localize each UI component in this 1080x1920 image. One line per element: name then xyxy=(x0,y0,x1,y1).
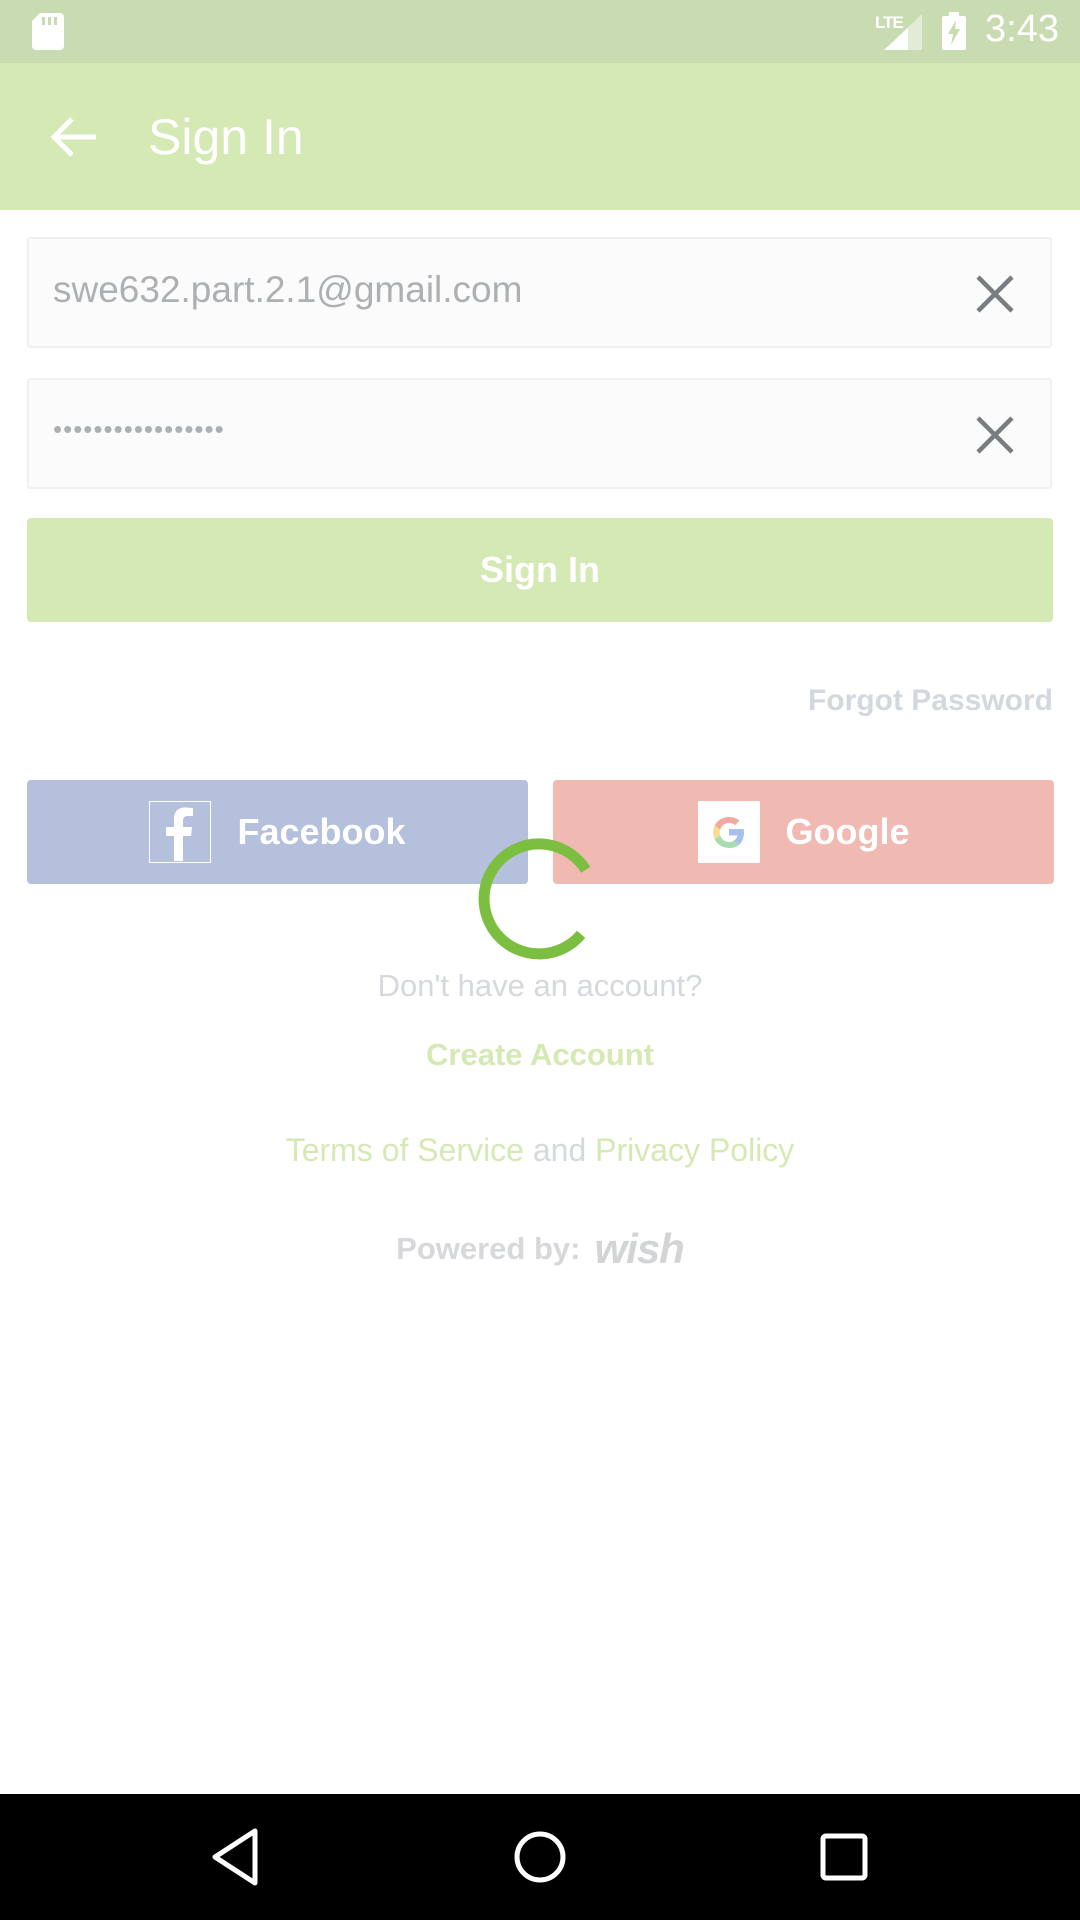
google-sign-in-button[interactable]: Google xyxy=(553,780,1054,884)
powered-by: Powered by: wish xyxy=(0,1225,1080,1273)
loading-spinner-icon xyxy=(478,838,591,960)
sign-in-label: Sign In xyxy=(480,549,600,590)
battery-charging-icon xyxy=(942,12,966,50)
arrow-back-icon xyxy=(50,117,96,157)
google-icon xyxy=(697,801,760,863)
system-navigation-bar xyxy=(0,1794,1080,1920)
privacy-policy-link[interactable]: Privacy Policy xyxy=(595,1132,794,1168)
back-button[interactable] xyxy=(44,107,104,167)
and-text: and xyxy=(532,1132,587,1168)
terms-of-service-link[interactable]: Terms of Service xyxy=(286,1132,524,1168)
clear-email-icon[interactable] xyxy=(974,273,1016,315)
create-account-link[interactable]: Create Account xyxy=(0,1037,1080,1073)
nav-back-icon[interactable] xyxy=(205,1825,269,1889)
clock: 3:43 xyxy=(985,8,1059,50)
forgot-password-link[interactable]: Forgot Password xyxy=(808,684,1053,718)
facebook-label: Facebook xyxy=(237,811,406,852)
nav-recent-apps-icon[interactable] xyxy=(812,1825,876,1889)
page-title: Sign In xyxy=(148,109,304,165)
password-value: ••••••••••••••••• xyxy=(53,414,225,444)
email-value: swe632.part.2.1@gmail.com xyxy=(53,269,523,310)
signal-icon xyxy=(884,14,922,50)
clear-password-icon[interactable] xyxy=(974,414,1016,456)
no-account-text: Don't have an account? xyxy=(377,968,703,1003)
nav-home-icon[interactable] xyxy=(508,1825,572,1889)
wish-logo: wish xyxy=(594,1225,684,1272)
status-bar: LTE 3:43 xyxy=(0,0,1080,63)
sign-in-button[interactable]: Sign In xyxy=(27,518,1053,622)
app-bar: Sign In xyxy=(0,63,1080,210)
email-field[interactable]: swe632.part.2.1@gmail.com xyxy=(27,237,1052,348)
password-field[interactable]: ••••••••••••••••• xyxy=(27,378,1052,489)
google-label: Google xyxy=(785,811,910,852)
facebook-sign-in-button[interactable]: Facebook xyxy=(27,780,528,884)
powered-by-label: Powered by: xyxy=(396,1231,581,1266)
legal-links: Terms of Service and Privacy Policy xyxy=(0,1132,1080,1169)
sd-card-icon xyxy=(32,13,64,50)
facebook-icon xyxy=(149,801,212,863)
